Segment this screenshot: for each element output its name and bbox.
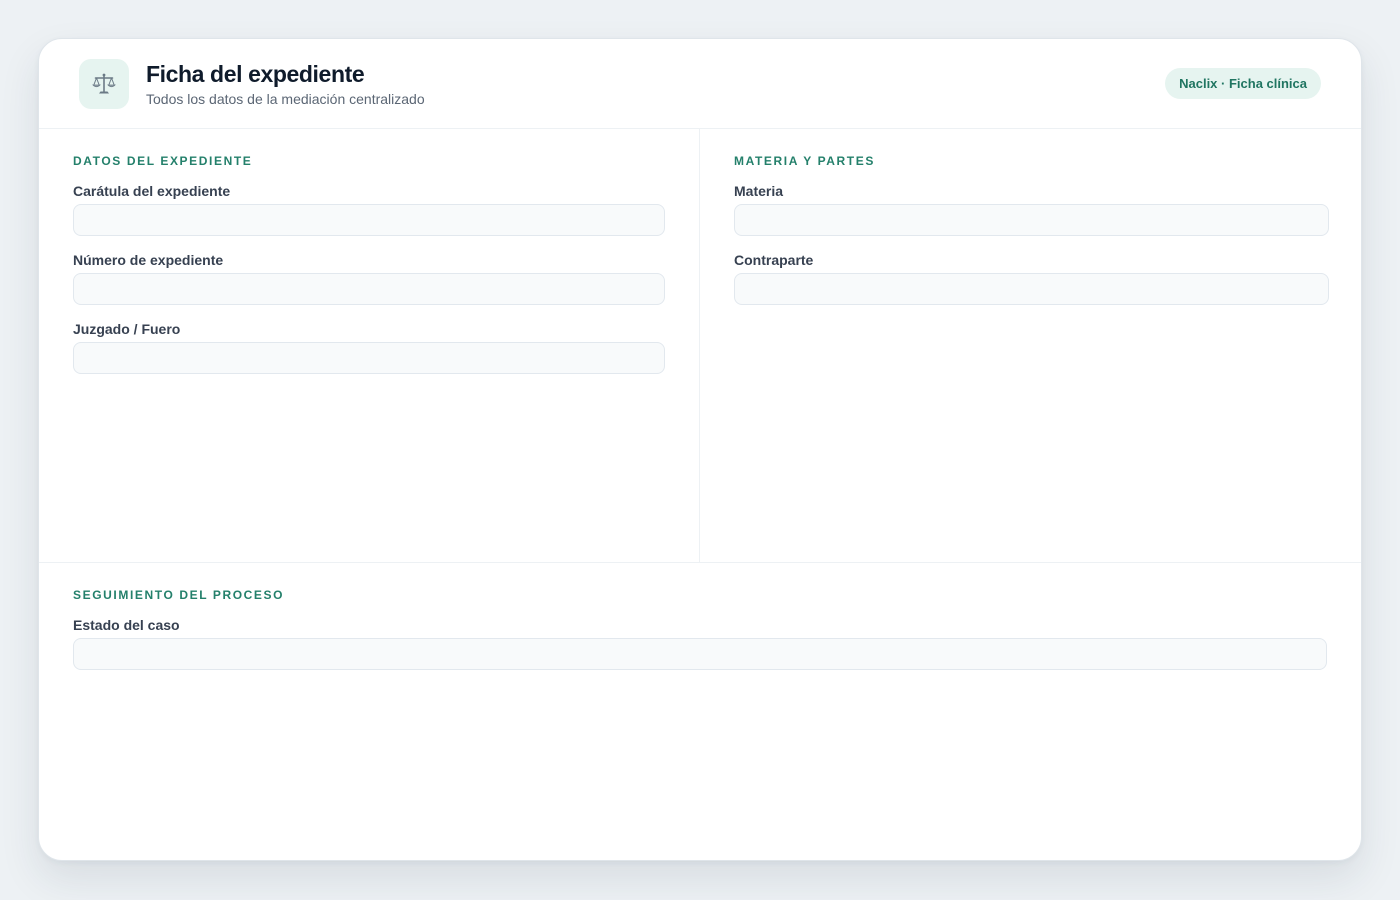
page-subtitle: Todos los datos de la mediación centrali… <box>146 91 425 107</box>
contraparte-input[interactable] <box>734 273 1329 305</box>
page-title: Ficha del expediente <box>146 61 365 87</box>
section-heading: DATOS DEL EXPEDIENTE <box>73 154 253 168</box>
field-label: Estado del caso <box>73 617 180 633</box>
section-datos-expediente: DATOS DEL EXPEDIENTE Carátula del expedi… <box>39 129 700 562</box>
field-contraparte: Contraparte <box>734 252 1329 305</box>
estado-caso-input[interactable] <box>73 638 1327 670</box>
numero-expediente-input[interactable] <box>73 273 665 305</box>
field-label: Juzgado / Fuero <box>73 321 181 337</box>
section-materia-partes: MATERIA Y PARTES Materia Contraparte <box>700 129 1361 562</box>
field-label: Carátula del expediente <box>73 183 231 199</box>
materia-input[interactable] <box>734 204 1329 236</box>
field-label: Número de expediente <box>73 252 224 268</box>
section-heading: SEGUIMIENTO DEL PROCESO <box>73 588 285 602</box>
section-seguimiento-proceso: SEGUIMIENTO DEL PROCESO Estado del caso <box>39 562 1361 860</box>
field-numero-expediente: Número de expediente <box>73 252 665 305</box>
field-label: Contraparte <box>734 252 814 268</box>
field-label: Materia <box>734 183 784 199</box>
brand-badge: Naclix · Ficha clínica <box>1165 68 1321 99</box>
app-logo <box>79 59 129 109</box>
card-header: Ficha del expediente Todos los datos de … <box>39 39 1361 129</box>
field-materia: Materia <box>734 183 1329 236</box>
field-estado-caso: Estado del caso <box>73 617 1327 670</box>
field-caratula: Carátula del expediente <box>73 183 665 236</box>
juzgado-fuero-input[interactable] <box>73 342 665 374</box>
expediente-card: Ficha del expediente Todos los datos de … <box>38 38 1362 861</box>
scales-of-justice-icon <box>92 73 116 94</box>
caratula-input[interactable] <box>73 204 665 236</box>
section-heading: MATERIA Y PARTES <box>734 154 875 168</box>
field-juzgado-fuero: Juzgado / Fuero <box>73 321 665 374</box>
